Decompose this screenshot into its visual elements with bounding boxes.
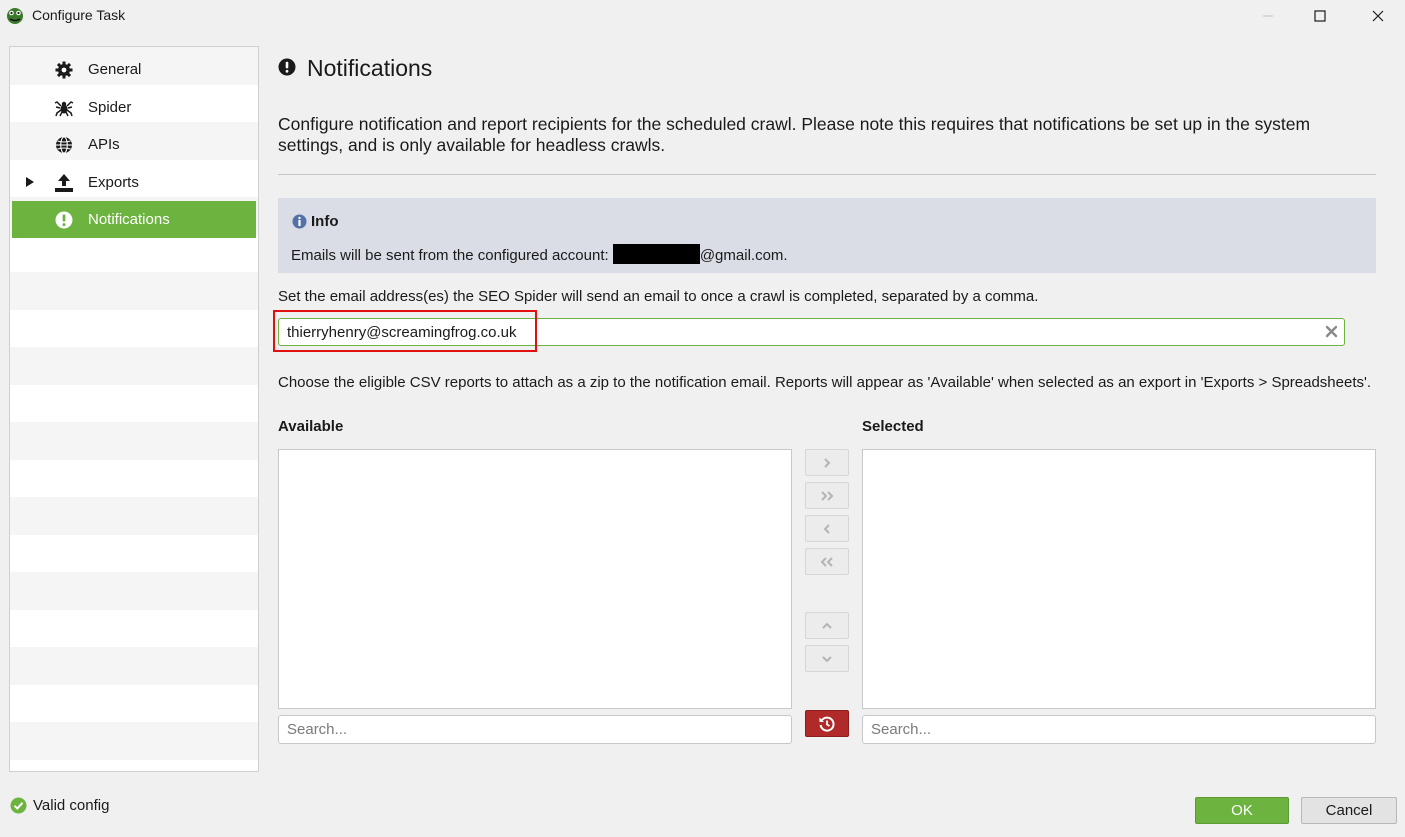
exclamation-circle-icon xyxy=(278,58,296,76)
double-chevron-left-icon xyxy=(820,556,833,567)
sidebar-row-bg xyxy=(10,497,258,535)
divider xyxy=(278,174,1376,175)
move-down-button[interactable] xyxy=(805,645,849,672)
cancel-button[interactable]: Cancel xyxy=(1301,797,1397,824)
title-bar: Configure Task xyxy=(0,0,1405,32)
sidebar-item-label: Spider xyxy=(88,99,132,116)
gear-icon xyxy=(55,61,73,79)
sidebar-row-bg xyxy=(10,234,258,272)
move-all-left-button[interactable] xyxy=(805,548,849,575)
info-panel: Info Emails will be sent from the config… xyxy=(278,198,1376,273)
info-title: Info xyxy=(311,213,339,230)
spider-icon xyxy=(54,101,74,117)
sidebar-item-spider[interactable]: Spider xyxy=(12,89,256,126)
selected-label: Selected xyxy=(862,418,924,435)
status-text: Valid config xyxy=(33,797,110,814)
chevron-left-icon xyxy=(823,523,830,534)
sidebar-item-exports[interactable]: Exports xyxy=(12,164,256,201)
ok-button[interactable]: OK xyxy=(1195,797,1289,824)
reports-label: Choose the eligible CSV reports to attac… xyxy=(278,374,1372,391)
move-left-button[interactable] xyxy=(805,515,849,542)
clear-icon[interactable] xyxy=(1325,325,1338,338)
sidebar-item-notifications[interactable]: Notifications xyxy=(12,201,256,238)
sidebar-row-bg xyxy=(10,272,258,310)
sidebar-item-general[interactable]: General xyxy=(12,51,256,88)
move-right-button[interactable] xyxy=(805,449,849,476)
double-chevron-right-icon xyxy=(821,490,834,501)
maximize-button[interactable] xyxy=(1297,0,1343,32)
minimize-button[interactable] xyxy=(1245,0,1291,32)
sidebar-row-bg xyxy=(10,384,258,422)
sidebar-row-bg xyxy=(10,459,258,497)
sidebar: General Spider APIs Exports Notification… xyxy=(9,46,259,772)
upload-icon xyxy=(55,174,73,192)
check-circle-icon xyxy=(10,797,27,814)
info-text: Emails will be sent from the configured … xyxy=(291,244,788,264)
selected-search-input[interactable] xyxy=(862,715,1376,744)
sidebar-row-bg xyxy=(10,347,258,385)
window-title: Configure Task xyxy=(32,7,126,23)
sidebar-row-bg xyxy=(10,684,258,722)
info-text-suffix: @gmail.com. xyxy=(699,247,788,264)
maximize-icon xyxy=(1314,10,1326,22)
highlight-annotation xyxy=(273,310,537,352)
sidebar-row-bg xyxy=(10,422,258,460)
info-icon xyxy=(292,214,307,229)
close-icon xyxy=(1372,10,1384,22)
chevron-down-icon xyxy=(822,655,832,662)
sidebar-item-apis[interactable]: APIs xyxy=(12,126,256,163)
close-window-button[interactable] xyxy=(1355,0,1401,32)
sidebar-row-bg xyxy=(10,534,258,572)
available-list[interactable] xyxy=(278,449,792,709)
sidebar-row-bg xyxy=(10,609,258,647)
page-title: Notifications xyxy=(307,55,433,81)
sidebar-item-label: General xyxy=(88,61,142,78)
sidebar-row-bg xyxy=(10,759,258,771)
history-icon xyxy=(819,716,835,732)
page-description: Configure notification and report recipi… xyxy=(278,114,1311,155)
expand-arrow-icon[interactable] xyxy=(25,176,35,188)
available-label: Available xyxy=(278,418,344,435)
exclamation-circle-icon xyxy=(55,211,73,229)
sidebar-item-label: Notifications xyxy=(88,211,170,228)
chevron-up-icon xyxy=(822,622,832,629)
sidebar-row-bg xyxy=(10,309,258,347)
sidebar-item-label: APIs xyxy=(88,136,120,153)
move-all-right-button[interactable] xyxy=(805,482,849,509)
sidebar-row-bg xyxy=(10,722,258,760)
frog-logo-icon xyxy=(7,8,23,24)
sidebar-item-label: Exports xyxy=(88,174,139,191)
email-label: Set the email address(es) the SEO Spider… xyxy=(278,288,1039,305)
status-indicator: Valid config xyxy=(10,797,109,814)
chevron-right-icon xyxy=(824,457,831,468)
info-text-prefix: Emails will be sent from the configured … xyxy=(291,247,613,264)
available-search-input[interactable] xyxy=(278,715,792,744)
globe-icon xyxy=(56,136,72,154)
selected-list[interactable] xyxy=(862,449,1376,709)
sidebar-row-bg xyxy=(10,647,258,685)
redacted-account xyxy=(612,244,700,264)
minimize-icon xyxy=(1263,15,1273,17)
sidebar-row-bg xyxy=(10,572,258,610)
reset-button[interactable] xyxy=(805,710,849,737)
move-up-button[interactable] xyxy=(805,612,849,639)
